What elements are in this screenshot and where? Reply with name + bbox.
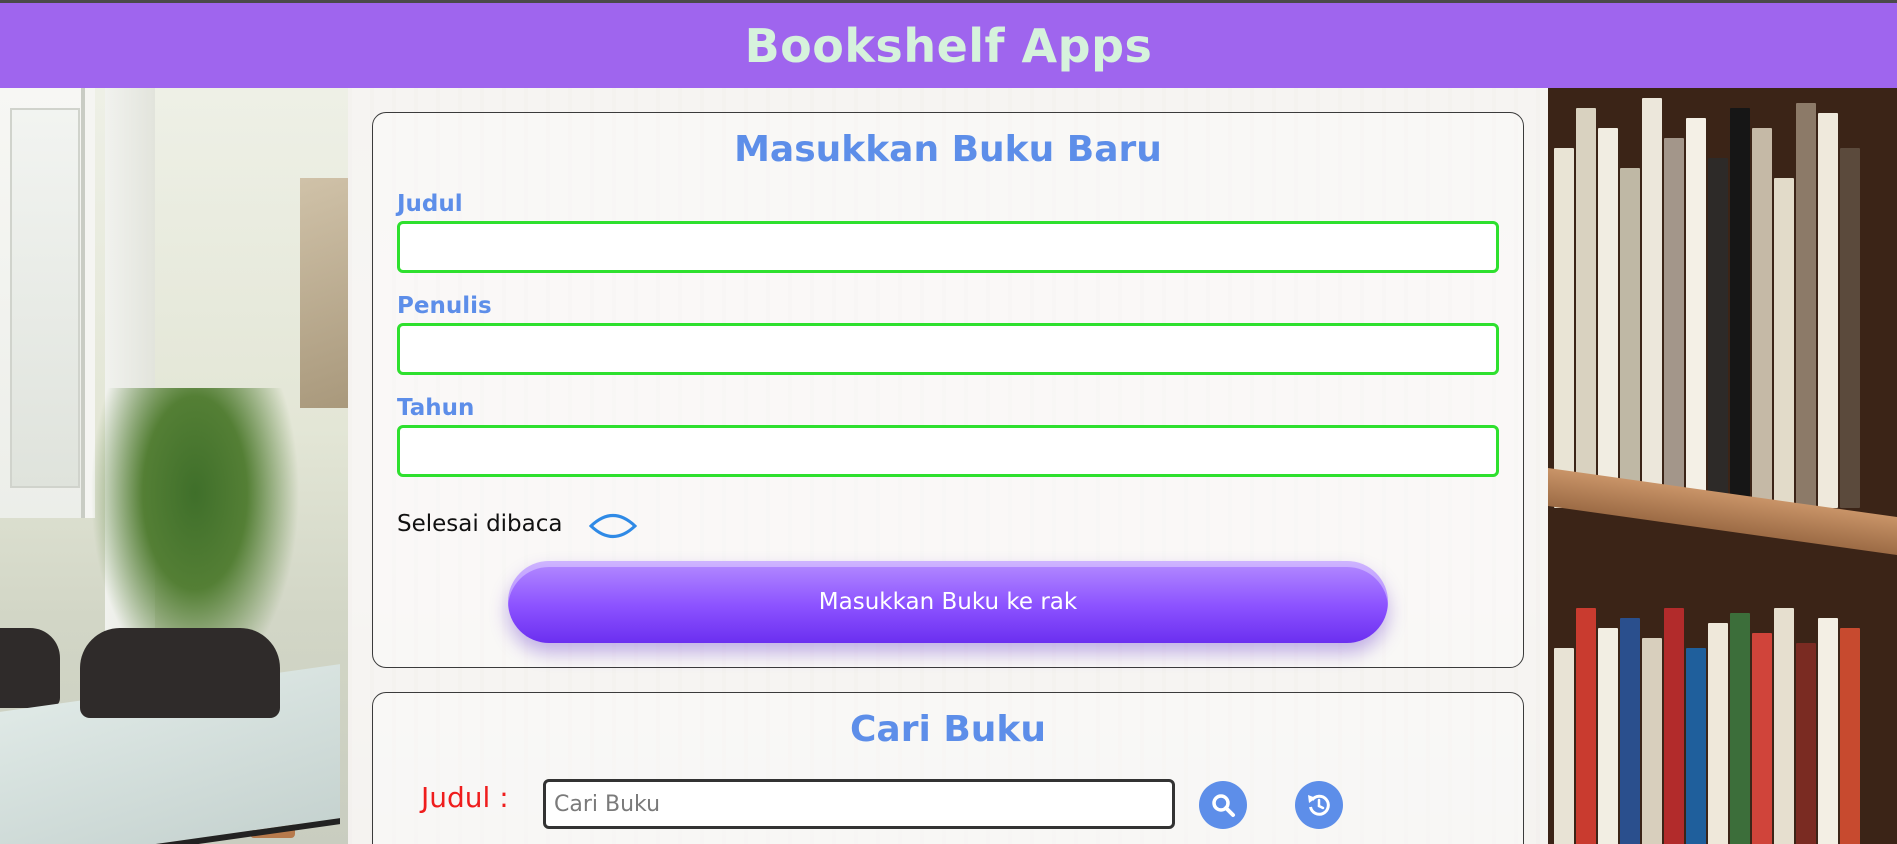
search-title: Cari Buku	[850, 709, 1046, 750]
year-input[interactable]	[397, 425, 1499, 477]
background-photo-right	[1548, 88, 1897, 844]
year-field-label: Tahun	[397, 395, 475, 421]
author-field-label: Penulis	[397, 293, 492, 319]
submit-book-button[interactable]: Masukkan Buku ke rak	[508, 561, 1388, 643]
poster-decoration	[300, 178, 348, 408]
title-field-label: Judul	[397, 191, 463, 217]
reset-button[interactable]	[1295, 781, 1343, 829]
add-book-title: Masukkan Buku Baru	[734, 129, 1162, 170]
reset-icon	[1308, 794, 1330, 816]
chair-decoration	[80, 628, 280, 718]
search-input[interactable]	[543, 779, 1175, 829]
eye-icon	[588, 514, 638, 538]
finished-reading-checkbox[interactable]	[588, 509, 638, 543]
search-book-form: Cari Buku Judul :	[372, 692, 1524, 844]
title-input[interactable]	[397, 221, 1499, 273]
app-title: Bookshelf Apps	[744, 18, 1153, 73]
search-label: Judul :	[421, 781, 509, 814]
chair-decoration	[0, 628, 60, 708]
author-input[interactable]	[397, 323, 1499, 375]
add-book-form: Masukkan Buku Baru Judul Penulis Tahun S…	[372, 112, 1524, 668]
search-icon	[1212, 794, 1235, 817]
window-decoration	[0, 88, 95, 518]
finished-reading-label: Selesai dibaca	[397, 511, 563, 537]
search-button[interactable]	[1199, 781, 1247, 829]
background-photo-left	[0, 88, 348, 844]
app-header: Bookshelf Apps	[0, 0, 1897, 88]
